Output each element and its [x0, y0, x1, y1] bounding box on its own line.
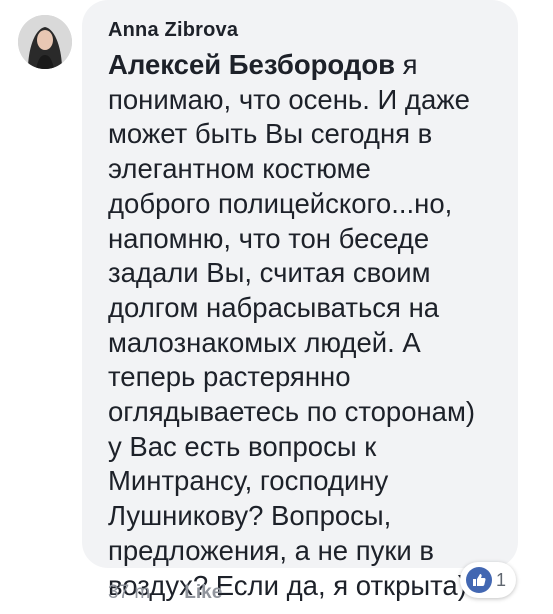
comment-line: малознакомых людей. А [108, 326, 421, 358]
comment-line: элегантном костюме [108, 153, 371, 185]
avatar[interactable] [18, 15, 72, 69]
comment-line: Минтрансу, господину [108, 465, 389, 497]
reaction-summary[interactable]: 1 [460, 562, 517, 598]
comment-line: понимаю, что осень. И даже [108, 83, 470, 115]
comment-line: предложения, а не пуки в [108, 534, 435, 566]
comment-line: я [395, 49, 418, 80]
comment-line: Лушникову? Вопросы, [108, 500, 392, 532]
comment-bubble: Anna Zibrova Алексей Безбородов я понима… [82, 0, 518, 601]
timestamp[interactable]: 37 m [108, 582, 150, 604]
thumbs-up-icon [466, 567, 492, 593]
comment-line: теперь растерянно [108, 361, 351, 393]
comment-line: долгом набрасываться на [108, 291, 440, 323]
mention-link[interactable]: Алексей Безбородов [108, 49, 395, 80]
comment-text: Алексей Безбородов я понимаю, что осень.… [108, 48, 506, 603]
like-button[interactable]: Like [184, 582, 222, 604]
profile-photo-icon [18, 15, 72, 69]
author-name[interactable]: Anna Zibrova [108, 18, 506, 42]
comment-line: может быть Вы сегодня в [108, 118, 433, 150]
comment-line: напомню, что тон беседе [108, 222, 430, 254]
comment-first-line: Алексей Безбородов я [108, 48, 506, 83]
comment-line: доброго полицейского...но, [108, 187, 453, 219]
comment-line: задали Вы, считая своим [108, 257, 431, 289]
comment-line: оглядываетесь по сторонам) [108, 396, 476, 428]
comment-footer: 37 m Like [108, 578, 222, 608]
comment: Anna Zibrova Алексей Безбородов я понима… [0, 0, 553, 614]
comment-line: у Вас есть вопросы к [108, 430, 377, 462]
reaction-count: 1 [496, 569, 507, 590]
